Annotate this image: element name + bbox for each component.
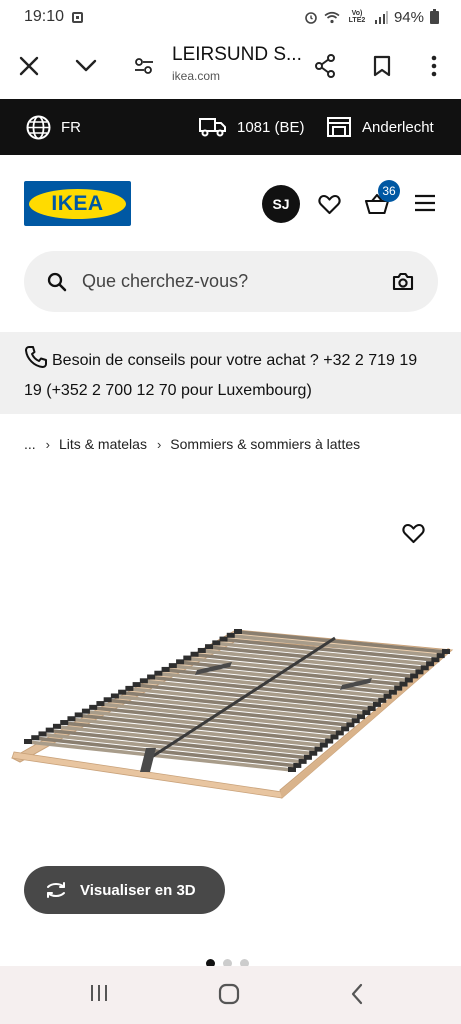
search-icon xyxy=(47,272,67,291)
camera-icon[interactable] xyxy=(392,272,414,291)
store-label: Anderlecht xyxy=(362,118,434,136)
breadcrumb-item-sommiers[interactable]: Sommiers & sommiers à lattes xyxy=(170,436,360,452)
slat-end-cap xyxy=(52,723,61,729)
recent-apps-icon[interactable] xyxy=(89,983,109,1008)
slat-end-cap xyxy=(67,716,76,722)
postcode-label: 1081 (BE) xyxy=(237,118,305,136)
product-favourite-icon[interactable] xyxy=(399,519,427,547)
breadcrumb-item-lits-matelas[interactable]: Lits & matelas xyxy=(59,436,147,452)
page-domain: ikea.com xyxy=(172,69,221,83)
slat-end-cap xyxy=(176,659,185,665)
chevron-right-icon: › xyxy=(45,436,51,452)
slat-end-cap xyxy=(45,727,54,733)
slat-end-cap xyxy=(168,663,177,669)
postcode-selector[interactable]: 1081 (BE) xyxy=(198,99,305,155)
slat-end-cap xyxy=(205,644,214,650)
product-image[interactable] xyxy=(0,620,461,810)
close-icon[interactable] xyxy=(9,46,49,86)
search-input[interactable]: Que cherchez-vous? xyxy=(24,251,438,312)
address-bar[interactable]: LEIRSUND S... ikea.com xyxy=(172,44,302,83)
slat-end-cap xyxy=(103,697,112,703)
heart-icon[interactable] xyxy=(316,192,342,216)
chevron-right-icon: › xyxy=(156,436,162,452)
language-label: FR xyxy=(61,118,81,136)
share-icon[interactable] xyxy=(305,46,345,86)
slat-end-cap xyxy=(132,682,141,688)
breadcrumb: ... › Lits & matelas › Sommiers & sommie… xyxy=(24,433,360,455)
alarm-icon xyxy=(305,12,317,24)
truck-icon xyxy=(199,118,226,137)
slat-end-cap xyxy=(118,689,127,695)
back-icon[interactable] xyxy=(350,983,364,1010)
bookmark-icon[interactable] xyxy=(362,46,402,86)
signal-icon xyxy=(374,10,388,24)
cart-count-badge: 36 xyxy=(378,180,400,202)
phone-icon xyxy=(25,346,47,368)
battery-icon xyxy=(430,8,439,24)
slat-end-cap xyxy=(183,655,192,661)
ikea-logo[interactable]: IKEA xyxy=(24,181,131,226)
slat-end-cap xyxy=(190,651,199,657)
slat-end-cap xyxy=(197,647,206,653)
contact-text[interactable]: Besoin de conseils pour votre achat ? +3… xyxy=(24,352,417,399)
slat-end-cap xyxy=(161,666,170,672)
language-selector[interactable]: FR xyxy=(26,99,81,155)
slat-end-cap xyxy=(74,712,83,718)
battery-percent: 94% xyxy=(393,8,424,26)
slat-end-cap xyxy=(31,735,40,741)
status-bar: 19:10 Vo) LTE2 94% xyxy=(0,0,461,34)
slat-end-cap xyxy=(147,674,156,680)
rotate-3d-icon xyxy=(47,882,65,898)
slat-end-cap xyxy=(38,731,47,737)
slat-end-cap xyxy=(125,685,134,691)
more-vert-icon[interactable] xyxy=(414,46,454,86)
bed-slats xyxy=(24,629,450,772)
slat-end-cap xyxy=(81,708,90,714)
globe-icon xyxy=(26,115,51,139)
search-placeholder: Que cherchez-vous? xyxy=(82,271,249,291)
system-nav-bar xyxy=(0,966,461,1024)
slat-end-cap xyxy=(89,704,98,710)
contact-banner: Besoin de conseils pour votre achat ? +3… xyxy=(0,332,461,414)
notification-icon xyxy=(72,11,84,23)
location-bar: FR 1081 (BE) Anderlecht xyxy=(0,99,461,155)
browser-toolbar: LEIRSUND S... ikea.com xyxy=(0,34,461,98)
tune-icon[interactable] xyxy=(124,46,164,86)
breadcrumb-ellipsis[interactable]: ... xyxy=(24,436,36,452)
slat-end-cap xyxy=(154,670,163,676)
slat-end-cap xyxy=(24,739,32,744)
view-3d-button[interactable]: Visualiser en 3D xyxy=(24,866,225,914)
store-selector[interactable]: Anderlecht xyxy=(326,99,434,155)
status-time: 19:10 xyxy=(24,8,65,25)
slat-end-cap xyxy=(110,693,119,699)
logo-text: IKEA xyxy=(29,188,126,219)
wifi-icon xyxy=(324,11,340,23)
slat-end-cap xyxy=(60,720,69,726)
view-3d-label: Visualiser en 3D xyxy=(80,881,196,899)
store-icon xyxy=(327,117,351,137)
slat-end-cap xyxy=(226,632,235,638)
slat-end-cap xyxy=(219,636,228,642)
slat-end-cap xyxy=(234,629,242,634)
slat-end-cap xyxy=(96,701,105,707)
page-title: LEIRSUND S... xyxy=(172,44,302,65)
slat-end-cap xyxy=(442,649,450,654)
slat-end-cap xyxy=(212,640,221,646)
network-label: Vo) LTE2 xyxy=(348,10,366,24)
chevron-down-icon[interactable] xyxy=(66,46,106,86)
avatar[interactable]: SJ xyxy=(262,185,300,223)
slat-end-cap xyxy=(139,678,148,684)
home-icon[interactable] xyxy=(218,983,240,1010)
menu-icon[interactable] xyxy=(413,193,437,213)
